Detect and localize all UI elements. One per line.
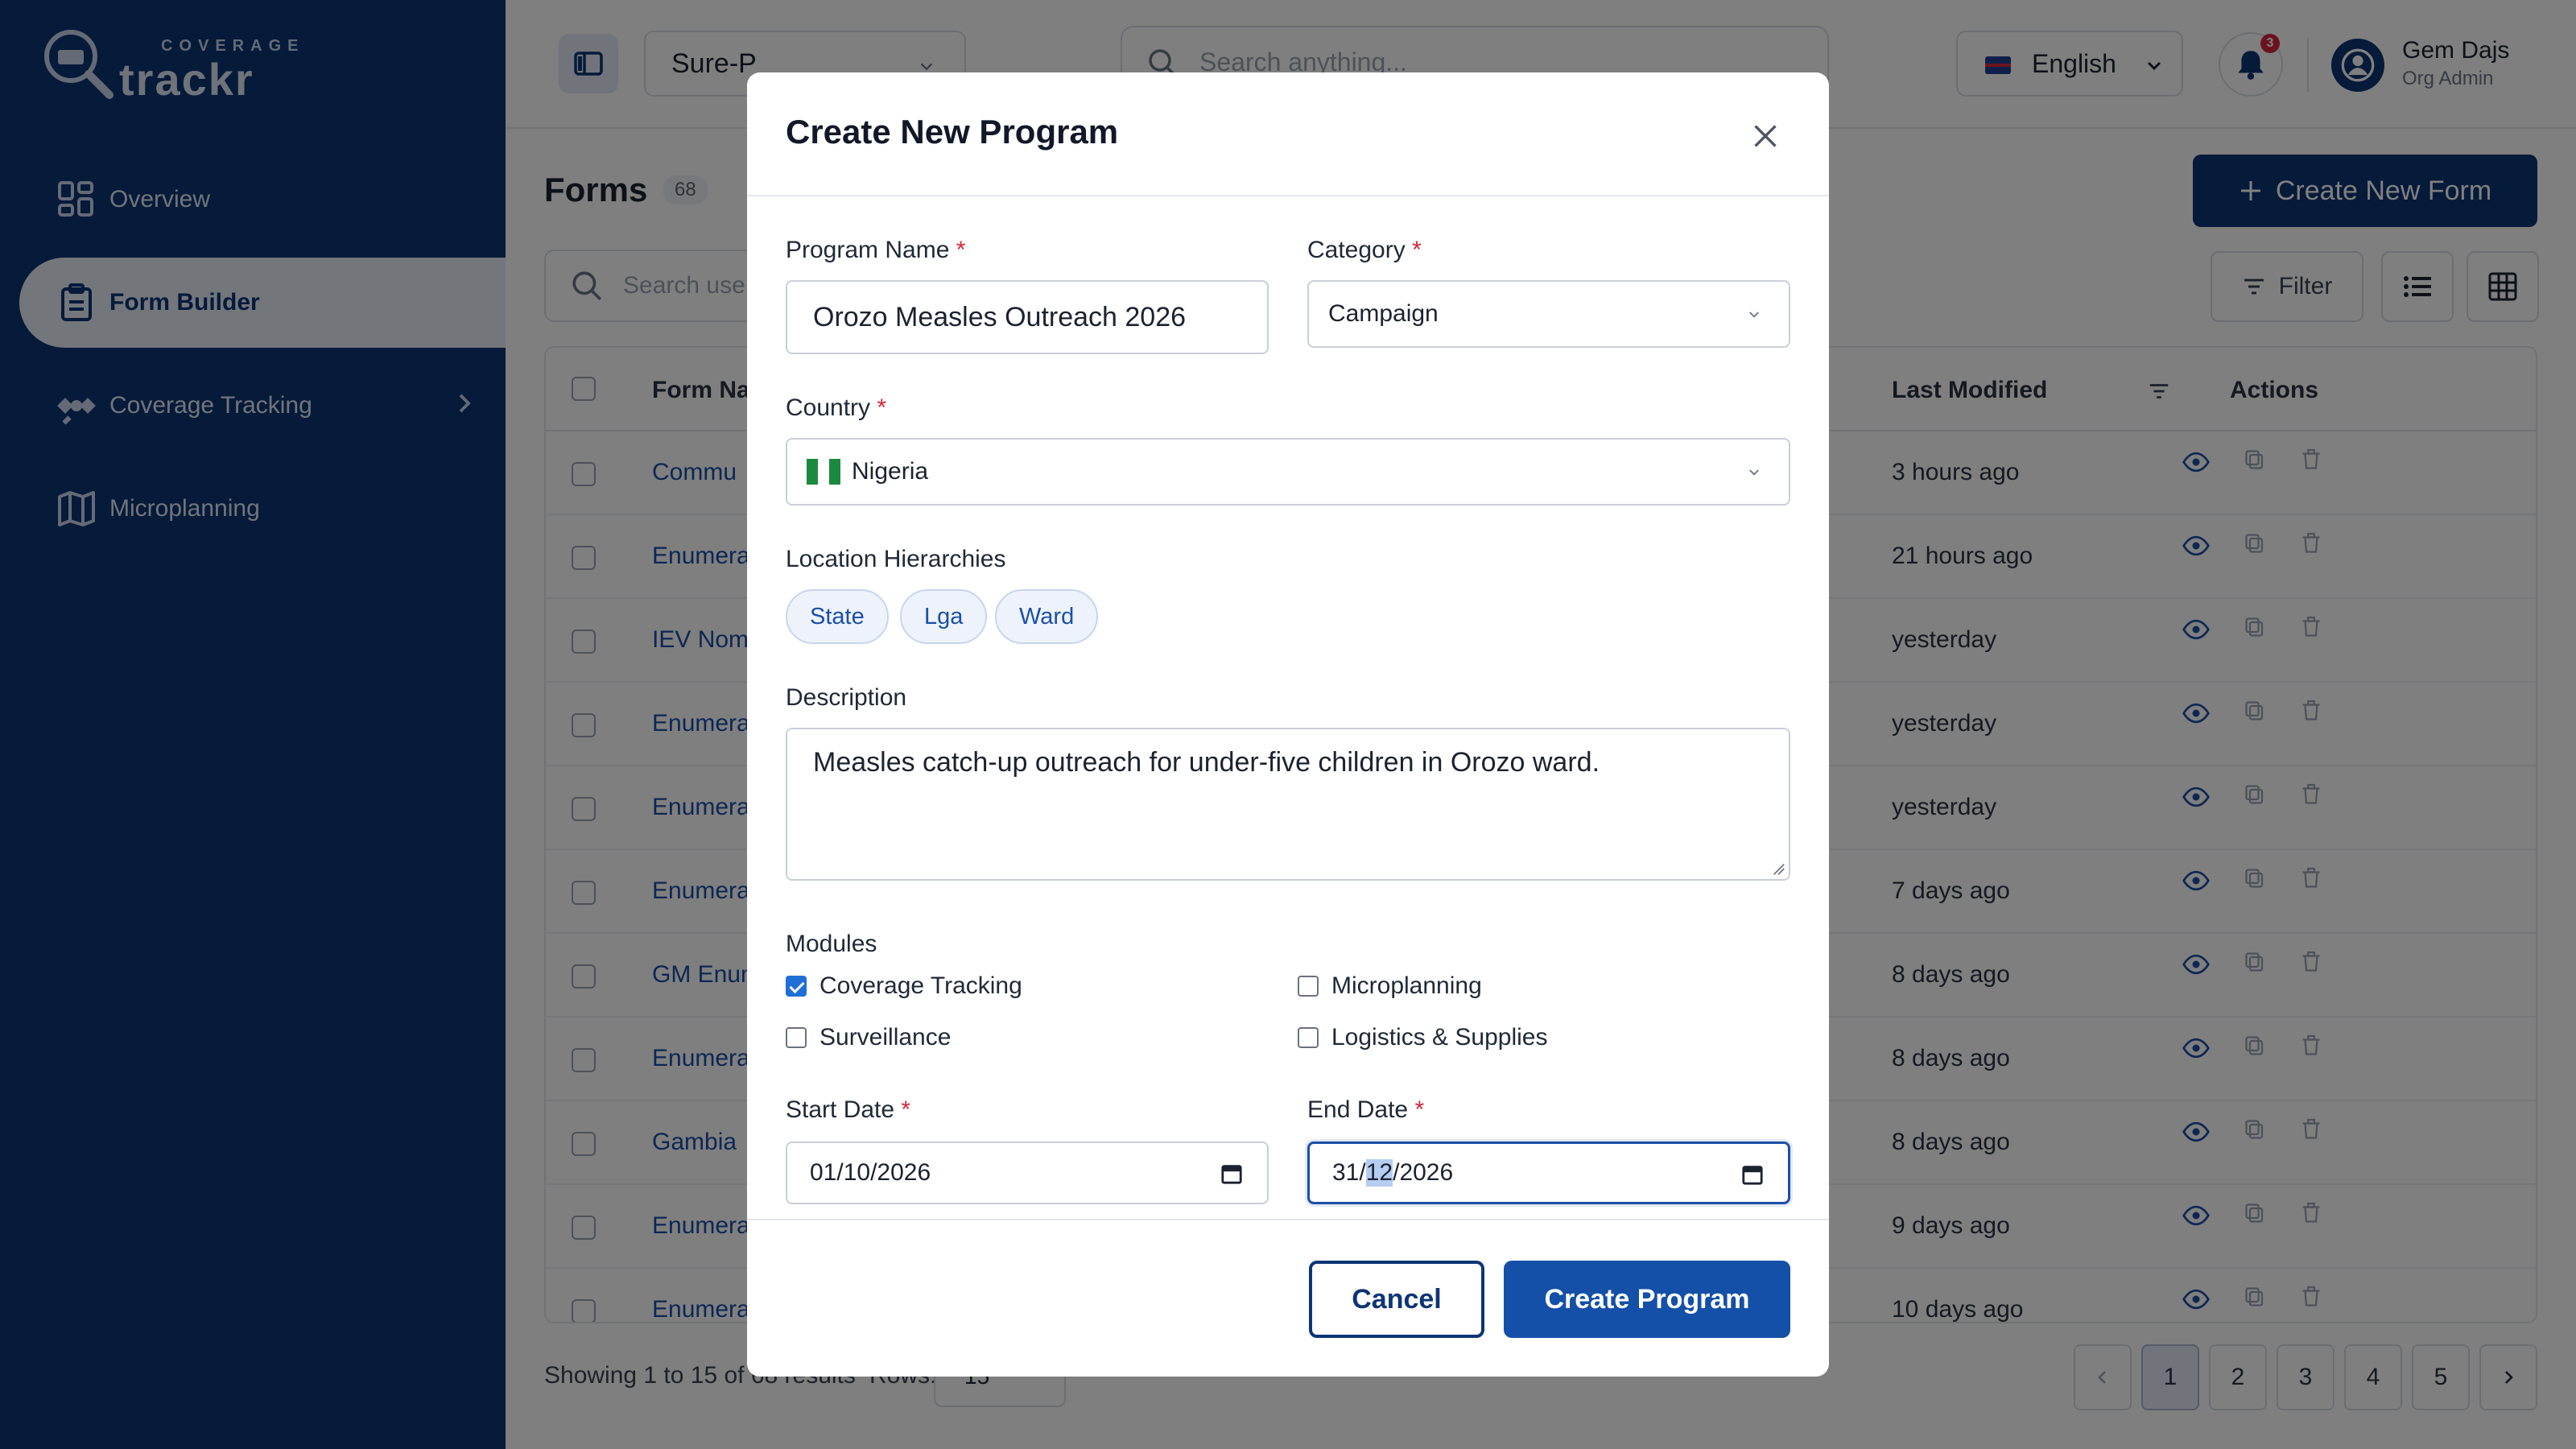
category-select[interactable]: Campaign: [1307, 280, 1790, 348]
location-chip-lga[interactable]: Lga: [900, 589, 988, 644]
module-label: Logistics & Supplies: [1331, 1024, 1548, 1051]
country-select[interactable]: Nigeria: [786, 438, 1790, 506]
required-asterisk: *: [1412, 237, 1422, 263]
calendar-icon[interactable]: [1220, 1162, 1243, 1185]
location-chip-ward[interactable]: Ward: [995, 589, 1099, 644]
module-surveillance[interactable]: Surveillance: [786, 1024, 951, 1051]
chevron-down-icon: [1749, 312, 1759, 318]
required-asterisk: *: [956, 237, 966, 263]
description-label: Description: [786, 684, 907, 711]
country-value: Nigeria: [852, 458, 929, 485]
start-date-input[interactable]: 01/10/2026: [786, 1141, 1269, 1204]
end-date-year[interactable]: 2026: [1399, 1159, 1453, 1187]
program-name-label: Program Name *: [786, 237, 966, 263]
module-logistics-supplies[interactable]: Logistics & Supplies: [1298, 1024, 1547, 1051]
description-value: Measles catch-up outreach for under-five…: [813, 747, 1600, 778]
program-name-value: Orozo Measles Outreach 2026: [813, 301, 1187, 332]
module-coverage-tracking[interactable]: Coverage Tracking: [786, 972, 1022, 1000]
end-date-label: End Date *: [1307, 1096, 1425, 1123]
close-icon: [1754, 125, 1777, 147]
module-label: Surveillance: [819, 1024, 952, 1051]
end-date-input[interactable]: 31/12/2026: [1307, 1141, 1790, 1204]
create-program-modal: Create New Program Program Name * Orozo …: [747, 72, 1829, 1377]
modal-title: Create New Program: [786, 113, 1119, 151]
modules-label: Modules: [786, 931, 877, 957]
module-microplanning[interactable]: Microplanning: [1298, 972, 1482, 1000]
required-asterisk: *: [1414, 1096, 1425, 1123]
required-asterisk: *: [877, 394, 887, 421]
modal-header: Create New Program: [747, 72, 1829, 196]
chevron-down-icon: [1749, 469, 1759, 476]
required-asterisk: *: [901, 1096, 911, 1123]
calendar-icon[interactable]: [1741, 1163, 1764, 1186]
category-label: Category *: [1307, 237, 1422, 263]
program-name-input[interactable]: Orozo Measles Outreach 2026: [786, 280, 1269, 354]
location-chip-state[interactable]: State: [786, 589, 889, 644]
end-date-month[interactable]: 12: [1365, 1159, 1393, 1187]
location-hierarchies-label: Location Hierarchies: [786, 546, 1006, 572]
checkbox[interactable]: [1298, 976, 1319, 997]
end-date-day[interactable]: 31: [1332, 1159, 1359, 1187]
description-textarea[interactable]: Measles catch-up outreach for under-five…: [786, 728, 1790, 881]
checkbox[interactable]: [786, 1027, 807, 1048]
create-program-button[interactable]: Create Program: [1504, 1261, 1790, 1338]
start-date-label: Start Date *: [786, 1096, 911, 1123]
cancel-button[interactable]: Cancel: [1309, 1261, 1484, 1338]
resize-handle-icon[interactable]: [1771, 861, 1785, 876]
nigeria-flag-icon: [807, 459, 840, 485]
module-label: Microplanning: [1331, 972, 1482, 999]
close-button[interactable]: [1745, 116, 1785, 156]
checkbox[interactable]: [1298, 1027, 1319, 1048]
checkbox-checked[interactable]: [786, 976, 807, 997]
module-label: Coverage Tracking: [819, 972, 1022, 999]
country-label: Country *: [786, 394, 887, 421]
category-value: Campaign: [1328, 300, 1439, 327]
start-date-value: 01/10/2026: [810, 1159, 931, 1186]
